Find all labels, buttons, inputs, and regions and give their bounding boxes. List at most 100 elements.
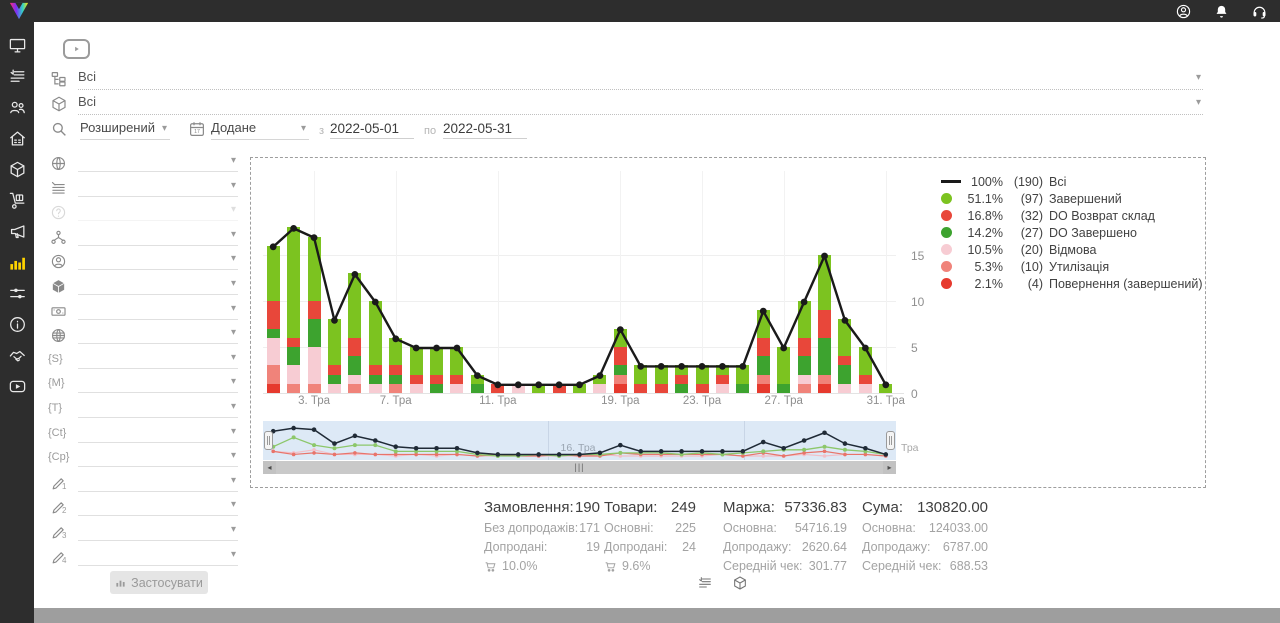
filter-utm-source-select[interactable]: ▾ [78, 349, 238, 369]
filter-utm-campaign-select[interactable]: ▾ [78, 447, 238, 467]
x-tick-label: 31. Тра [867, 395, 905, 407]
legend-count: (32) [1009, 209, 1043, 223]
filter-funnel-select[interactable]: ▾ [78, 226, 238, 246]
legend-item[interactable]: 14.2% (27) DO Завершено [941, 224, 1203, 241]
navigator-left-handle[interactable] [264, 431, 273, 450]
x-tick-label: 7. Тра [380, 395, 412, 407]
sidebar-item-products[interactable] [8, 160, 27, 179]
stat-value: 19 [586, 540, 600, 554]
chevron-down-icon: ▾ [231, 401, 236, 412]
sidebar-item-info[interactable] [8, 315, 27, 334]
legend-count: (27) [1009, 226, 1043, 240]
stat-label: Допродані: [604, 540, 667, 554]
legend-item[interactable]: 5.3% (10) Утилізація [941, 258, 1203, 275]
legend-percent: 51.1% [963, 192, 1003, 206]
filter-custom-field-3-select[interactable]: ▾ [78, 521, 238, 541]
apply-button[interactable]: Застосувати [110, 571, 208, 594]
filter-order-type-select[interactable]: ▾ [78, 177, 238, 197]
legend-item[interactable]: 2.1% (4) Повернення (завершений) [941, 275, 1203, 292]
filter-website-select[interactable]: ▾ [78, 324, 238, 344]
cube-filled-icon [50, 278, 67, 295]
sidebar-item-customers[interactable] [8, 98, 27, 117]
date-from-label: з [319, 125, 324, 137]
legend-item[interactable]: 10.5% (20) Відмова [941, 241, 1203, 258]
filter-source-select[interactable]: ▾ [78, 152, 238, 172]
stat-column: Замовлення:190Без допродажів:171Допродан… [484, 499, 600, 573]
product-filter-value: Всі [78, 94, 96, 109]
navigator-mini-chart [263, 421, 896, 460]
support-headset-icon [1251, 3, 1268, 20]
globe-icon [50, 155, 67, 172]
filter-product-select[interactable]: ▾ [78, 275, 238, 295]
legend-percent: 2.1% [963, 277, 1003, 291]
sidebar-item-dashboard[interactable] [8, 36, 27, 55]
app-logo-icon[interactable] [7, 1, 31, 21]
date-to-input[interactable] [443, 119, 527, 139]
support-headset-icon[interactable] [1251, 3, 1268, 20]
sidebar-item-video[interactable] [8, 377, 27, 396]
stat-title-value: 130820.00 [917, 499, 988, 516]
chart-icon [115, 577, 126, 588]
user-account-icon[interactable] [1175, 3, 1192, 20]
filter-custom-field-2-select[interactable]: ▾ [78, 496, 238, 516]
stat-value: 225 [675, 521, 696, 535]
monitor-icon [8, 36, 27, 55]
filter-payment-select[interactable]: ▾ [78, 300, 238, 320]
orders-stacked-chart[interactable] [263, 171, 896, 394]
y-tick-label: 10 [911, 295, 924, 309]
sidebar-item-analytics[interactable] [8, 253, 27, 272]
filter-utm-term-select[interactable]: ▾ [78, 398, 238, 418]
video-tutorial-button[interactable] [63, 39, 90, 59]
legend-item[interactable]: 51.1% (97) Завершений [941, 190, 1203, 207]
notifications-bell-icon[interactable] [1213, 3, 1230, 20]
legend-dot-swatch [941, 244, 952, 255]
sidebar-item-warehouse[interactable] [8, 129, 27, 148]
legend-count: (10) [1009, 260, 1043, 274]
filter-custom-field-4-select[interactable]: ▾ [78, 546, 238, 566]
scroll-left-button[interactable]: ◂ [263, 461, 276, 474]
legend-dot-swatch [941, 210, 952, 221]
navigator-right-handle[interactable] [886, 431, 895, 450]
date-from-input[interactable] [330, 119, 414, 139]
sidebar-item-partners[interactable] [8, 346, 27, 365]
scroll-right-button[interactable]: ▸ [883, 461, 896, 474]
stat-title: Замовлення:190 [484, 499, 600, 516]
legend-percent: 10.5% [963, 243, 1003, 257]
filter-utm-medium-select[interactable]: ▾ [78, 373, 238, 393]
legend-item[interactable]: 100% (190) Всі [941, 173, 1203, 190]
product-filter-select[interactable]: Всі ▾ [78, 94, 1203, 115]
view-list-toggle[interactable] [697, 575, 713, 591]
play-icon [71, 43, 82, 55]
stat-column: Маржа:57336.83Основна:54716.19Допродажу:… [723, 499, 847, 573]
filter-manager-select[interactable]: ▾ [78, 250, 238, 270]
chart-legend: 100% (190) Всі 51.1% (97) Завершений 16.… [941, 173, 1203, 292]
search-mode-select[interactable]: Розширений ▾ [80, 120, 170, 140]
filter-utm-campaign: {Cp} ▾ [42, 447, 242, 472]
sidebar-item-orders[interactable] [8, 67, 27, 86]
user-account-icon [1175, 3, 1192, 20]
search-icon [50, 120, 68, 138]
sidebar-item-automation[interactable] [8, 284, 27, 303]
navigator-scrollbar[interactable]: ◂ ||| ▸ [263, 461, 896, 474]
filter-custom-field-1: 1 ▾ [42, 472, 242, 497]
bottom-bar [34, 608, 1280, 623]
legend-count: (4) [1009, 277, 1043, 291]
legend-item[interactable]: 16.8% (32) DO Возврат склад [941, 207, 1203, 224]
date-type-select[interactable]: Додане ▾ [211, 120, 309, 140]
stat-label: Середній чек: [723, 559, 802, 573]
filter-utm-content-select[interactable]: ▾ [78, 423, 238, 443]
chart-navigator[interactable]: 16. Тра [263, 421, 896, 460]
sidebar-item-supplies[interactable] [8, 191, 27, 210]
scrollbar-grip[interactable]: ||| [574, 461, 584, 474]
chevron-down-icon: ▾ [1196, 97, 1201, 108]
search-mode-value: Розширений [80, 120, 155, 135]
chevron-down-icon: ▾ [231, 155, 236, 166]
sidebar-item-marketing[interactable] [8, 222, 27, 241]
filter-custom-field-1-select[interactable]: ▾ [78, 472, 238, 492]
filter-custom-field-4: 4 ▾ [42, 546, 242, 571]
upsell-percent-row: 9.6% [604, 559, 696, 573]
upsell-percent: 9.6% [622, 559, 651, 573]
chevron-down-icon: ▾ [231, 327, 236, 338]
status-filter-select[interactable]: Всі ▾ [78, 69, 1203, 90]
view-products-toggle[interactable] [732, 575, 748, 591]
